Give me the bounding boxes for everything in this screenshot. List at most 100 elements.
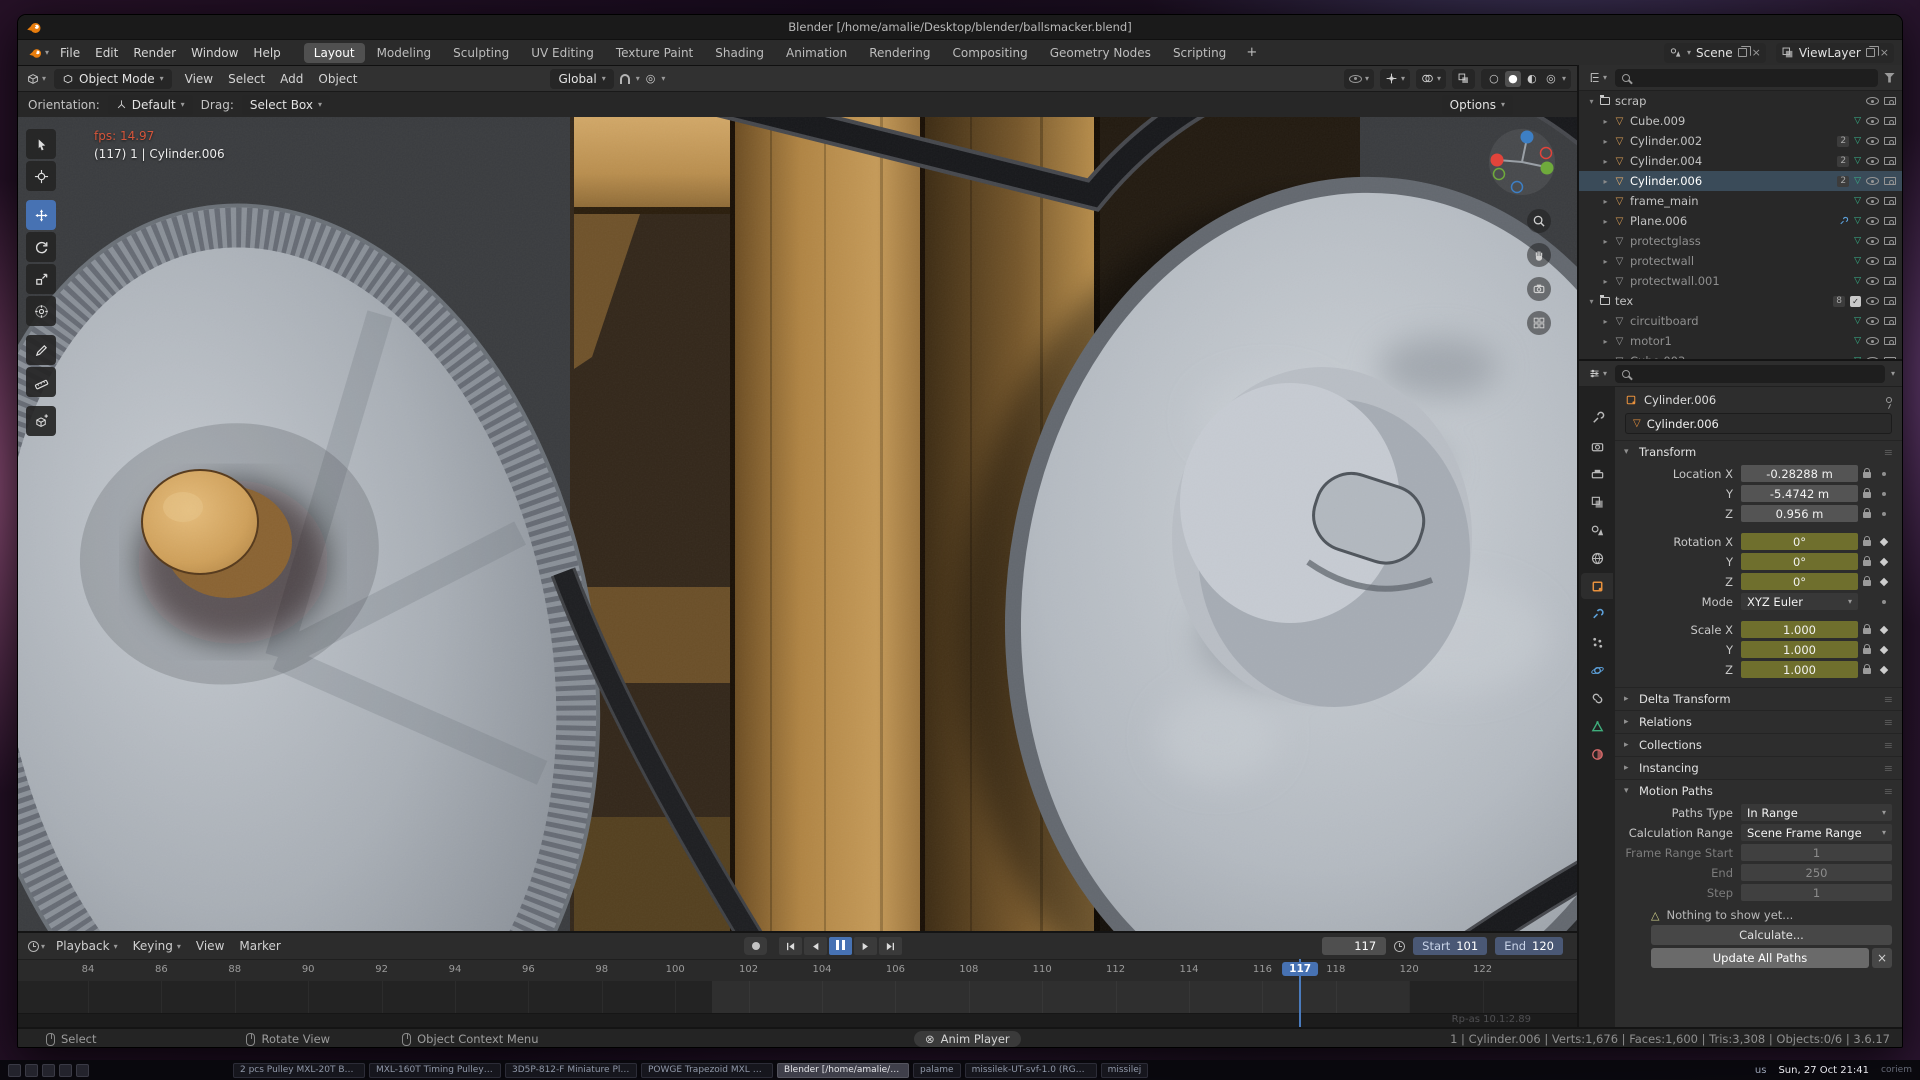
properties-tab-object[interactable] [1581,573,1613,599]
disclosure-triangle-icon[interactable]: ▾ [1585,97,1598,106]
taskbar-window-0[interactable]: 2 pcs Pulley MXL-20T Bore Size 4/5... [233,1063,365,1078]
outliner-item-motor1[interactable]: ▸▽motor1▽ [1579,331,1902,351]
field-rotation-x-3[interactable]: 0° [1741,533,1858,550]
outliner-item-protectwall[interactable]: ▸▽protectwall▽ [1579,251,1902,271]
field-z-2[interactable]: 0.956 m [1741,505,1858,522]
record-button[interactable] [744,937,767,955]
tool-transform-button[interactable] [26,296,56,326]
lock-icon[interactable] [1863,668,1871,674]
orientation-setting-dropdown[interactable]: Default ▾ [108,95,193,115]
timeline-track[interactable]: Rp-as 10.1:2.89 [18,981,1577,1027]
lock-icon[interactable] [1863,492,1871,498]
viewlayer-selector[interactable]: ViewLayer × [1776,43,1894,63]
tool-move-button[interactable] [26,200,56,230]
visibility-dropdown[interactable]: ▾ [1344,69,1374,89]
properties-tab-world[interactable] [1581,545,1613,571]
workspace-tab-texture-paint[interactable]: Texture Paint [606,43,703,63]
outliner-item-protectglass[interactable]: ▸▽protectglass▽ [1579,231,1902,251]
shading-rendered-button[interactable]: ◎ [1543,71,1559,87]
properties-tab-material[interactable] [1581,741,1613,767]
field-end[interactable]: 250 [1741,864,1892,881]
launcher-icon[interactable] [76,1064,89,1077]
calculate-button[interactable]: Calculate... [1651,925,1892,945]
timeline-menu-keying[interactable]: Keying▾ [126,937,188,955]
outliner-search-input[interactable] [1615,69,1878,87]
disable-in-renders-icon[interactable] [1884,357,1896,359]
section-relations[interactable]: ▸Relations≡ [1615,710,1902,733]
section-delta-transform[interactable]: ▸Delta Transform≡ [1615,687,1902,710]
disable-in-renders-icon[interactable] [1884,157,1896,165]
menu-help[interactable]: Help [246,44,287,62]
disclosure-triangle-icon[interactable]: ▸ [1599,137,1612,146]
disable-in-renders-icon[interactable] [1884,297,1896,305]
menu-edit[interactable]: Edit [88,44,125,62]
outliner-item-cylinder-002[interactable]: ▸▽Cylinder.0022▽ [1579,131,1902,151]
hide-in-viewport-icon[interactable] [1866,137,1879,145]
editor-type-outliner-icon[interactable]: ▾ [1586,71,1609,84]
disable-in-renders-icon[interactable] [1884,97,1896,105]
shading-dropdown-icon[interactable]: ▾ [1562,74,1566,83]
tool-tweak-button[interactable] [26,129,56,159]
hide-in-viewport-icon[interactable] [1866,217,1879,225]
object-name-field[interactable]: ▽ Cylinder.006 [1625,413,1892,434]
tool-measure-button[interactable] [26,367,56,397]
properties-tab-tool[interactable] [1581,405,1613,431]
field-frame-range-start[interactable]: 1 [1741,844,1892,861]
field-y-4[interactable]: 0° [1741,553,1858,570]
hide-in-viewport-icon[interactable] [1866,117,1879,125]
disable-in-renders-icon[interactable] [1884,317,1896,325]
remove-viewlayer-icon[interactable]: × [1880,47,1889,58]
overlays-dropdown[interactable]: ▾ [1416,69,1446,89]
previous-keyframe-button[interactable] [804,937,827,955]
outliner-item-scrap[interactable]: ▾scrap [1579,91,1902,111]
disclosure-triangle-icon[interactable]: ▸ [1599,317,1612,326]
disable-in-renders-icon[interactable] [1884,337,1896,345]
outliner-item-cube-003[interactable]: ▸▽Cube.003▽ [1579,351,1902,359]
options-dropdown[interactable]: Options ▾ [1442,95,1513,115]
disclosure-triangle-icon[interactable]: ▸ [1599,337,1612,346]
launcher-icon[interactable] [59,1064,72,1077]
checkbox-icon[interactable]: ✓ [1850,296,1861,307]
gizmo-z-axis[interactable] [1521,131,1534,144]
lock-icon[interactable] [1863,580,1871,586]
properties-tab-modifiers[interactable] [1581,601,1613,627]
zoom-icon[interactable] [1527,209,1551,233]
properties-tab-data[interactable] [1581,713,1613,739]
pause-button[interactable] [829,937,852,955]
lock-icon[interactable] [1863,512,1871,518]
mode-dropdown[interactable]: Object Mode ▾ [54,69,172,89]
blender-menu-button[interactable]: ▾ [26,45,51,60]
editor-type-timeline-icon[interactable]: ▾ [26,941,47,952]
disclosure-triangle-icon[interactable]: ▸ [1599,177,1612,186]
lock-icon[interactable] [1863,472,1871,478]
tool-scale-button[interactable] [26,264,56,294]
playhead[interactable]: 117 [1299,959,1301,1027]
taskbar-window-7[interactable]: missilej [1101,1063,1149,1078]
timeline-body[interactable]: 8486889092949698100102104106108110112114… [18,959,1577,1027]
taskbar-window-3[interactable]: POWGE Trapezoid MXL Open (timi... [641,1063,773,1078]
properties-tab-particles[interactable] [1581,629,1613,655]
disclosure-triangle-icon[interactable]: ▸ [1599,237,1612,246]
outliner-item-cube-009[interactable]: ▸▽Cube.009▽ [1579,111,1902,131]
unlink-scene-icon[interactable]: × [1752,47,1761,58]
hide-in-viewport-icon[interactable] [1866,197,1879,205]
taskbar-window-2[interactable]: 3D5P-812-F Miniature Planetary DC... [505,1063,637,1078]
disable-in-renders-icon[interactable] [1884,257,1896,265]
clear-paths-button[interactable]: × [1872,948,1892,968]
chevron-down-icon[interactable]: ▾ [1891,369,1895,378]
hide-in-viewport-icon[interactable] [1866,277,1879,285]
properties-tab-constraints[interactable] [1581,685,1613,711]
filter-icon[interactable] [1884,73,1895,83]
outliner-item-circuitboard[interactable]: ▸▽circuitboard▽ [1579,311,1902,331]
animate-dot-icon[interactable] [1882,472,1886,476]
workspace-tab-rendering[interactable]: Rendering [859,43,940,63]
lock-icon[interactable] [1863,648,1871,654]
add-workspace-button[interactable]: + [1238,43,1265,62]
transform-orientation-dropdown[interactable]: Global ▾ [550,69,613,89]
update-all-paths-button[interactable]: Update All Paths [1651,948,1869,968]
workspace-tab-scripting[interactable]: Scripting [1163,43,1236,63]
section-collections[interactable]: ▸Collections≡ [1615,733,1902,756]
motion-paths-panel-header[interactable]: ▾ Motion Paths ≡ [1615,779,1902,802]
properties-tab-output[interactable] [1581,461,1613,487]
workspace-tab-layout[interactable]: Layout [304,43,365,63]
